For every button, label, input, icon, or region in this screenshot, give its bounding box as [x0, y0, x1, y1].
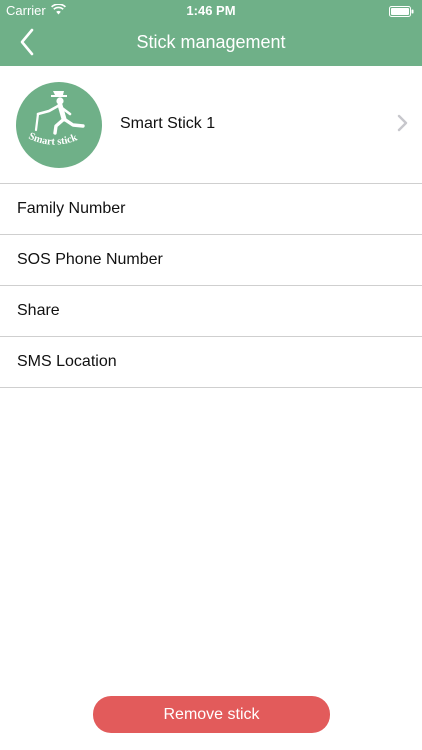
status-bar: Carrier 1:46 PM [0, 0, 422, 22]
menu-item-label: Family Number [17, 200, 126, 217]
device-avatar: Smart stick [16, 82, 102, 168]
menu-item-sms-location[interactable]: SMS Location [0, 337, 422, 388]
remove-stick-button[interactable]: Remove stick [93, 696, 330, 733]
menu-item-label: SOS Phone Number [17, 251, 163, 268]
menu-item-sos-phone-number[interactable]: SOS Phone Number [0, 235, 422, 286]
page-title: Stick management [136, 32, 286, 52]
menu-item-family-number[interactable]: Family Number [0, 184, 422, 235]
status-time: 1:46 PM [186, 3, 236, 18]
battery-full-icon [389, 5, 414, 20]
navigation-bar: Stick management [0, 22, 422, 66]
chevron-right-icon [397, 114, 408, 137]
chevron-left-icon [19, 28, 35, 61]
avatar-label: Smart stick [27, 131, 79, 148]
svg-text:Smart stick: Smart stick [27, 131, 79, 148]
settings-menu: Family Number SOS Phone Number Share SMS… [0, 184, 422, 388]
menu-item-label: Share [17, 302, 60, 319]
device-row[interactable]: Smart stick Smart Stick 1 [0, 66, 422, 184]
device-name: Smart Stick 1 [120, 115, 216, 132]
back-button[interactable] [10, 28, 44, 60]
menu-item-label: SMS Location [17, 353, 117, 370]
app-header: Carrier 1:46 PM Stick management [0, 0, 422, 66]
menu-item-share[interactable]: Share [0, 286, 422, 337]
walking-person-with-cane-icon: Smart stick [27, 91, 85, 148]
